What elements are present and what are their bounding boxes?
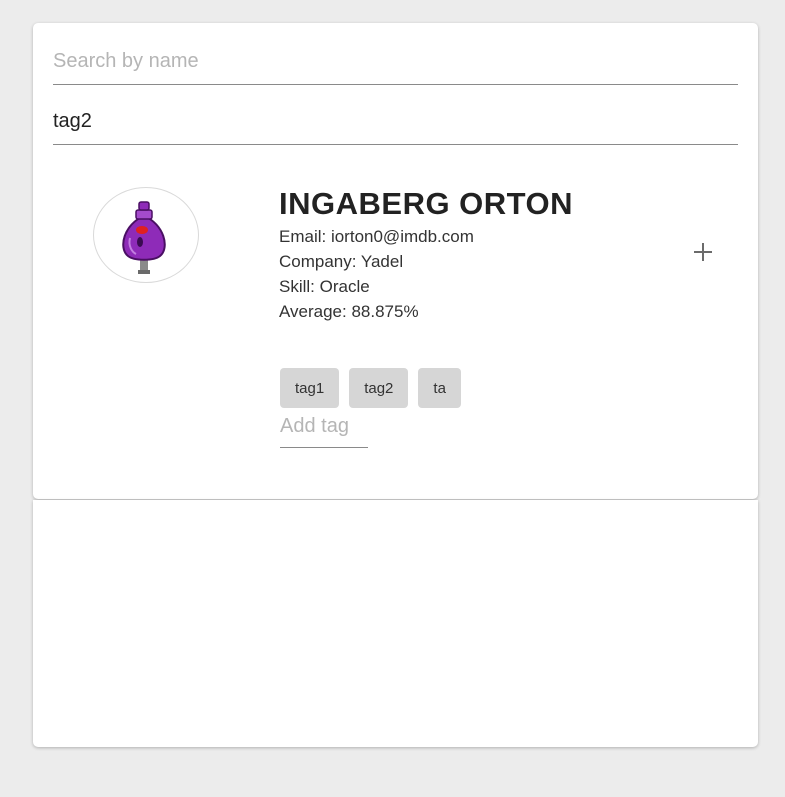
student-company: Company: Yadel xyxy=(279,252,404,271)
empty-student-card xyxy=(33,500,758,747)
student-email: Email: iorton0@imdb.com xyxy=(279,227,474,246)
student-name: INGABERG ORTON xyxy=(279,186,574,221)
plus-icon[interactable] xyxy=(688,237,718,267)
student-average: Average: 88.875% xyxy=(279,302,419,321)
tag-chip: ta xyxy=(418,368,461,408)
tag-list: tag1 tag2 ta xyxy=(280,368,461,408)
search-by-name-input[interactable] xyxy=(53,46,738,85)
tag-chip: tag2 xyxy=(349,368,409,408)
student-list-card: INGABERG ORTON Email: iorton0@imdb.com C… xyxy=(33,23,758,499)
student-avatar xyxy=(93,187,199,283)
search-by-tag-input[interactable] xyxy=(53,106,738,145)
add-tag-input[interactable] xyxy=(280,413,368,448)
student-skill: Skill: Oracle xyxy=(279,277,370,296)
tag-chip: tag1 xyxy=(280,368,340,408)
robot-avatar-icon xyxy=(122,201,166,274)
